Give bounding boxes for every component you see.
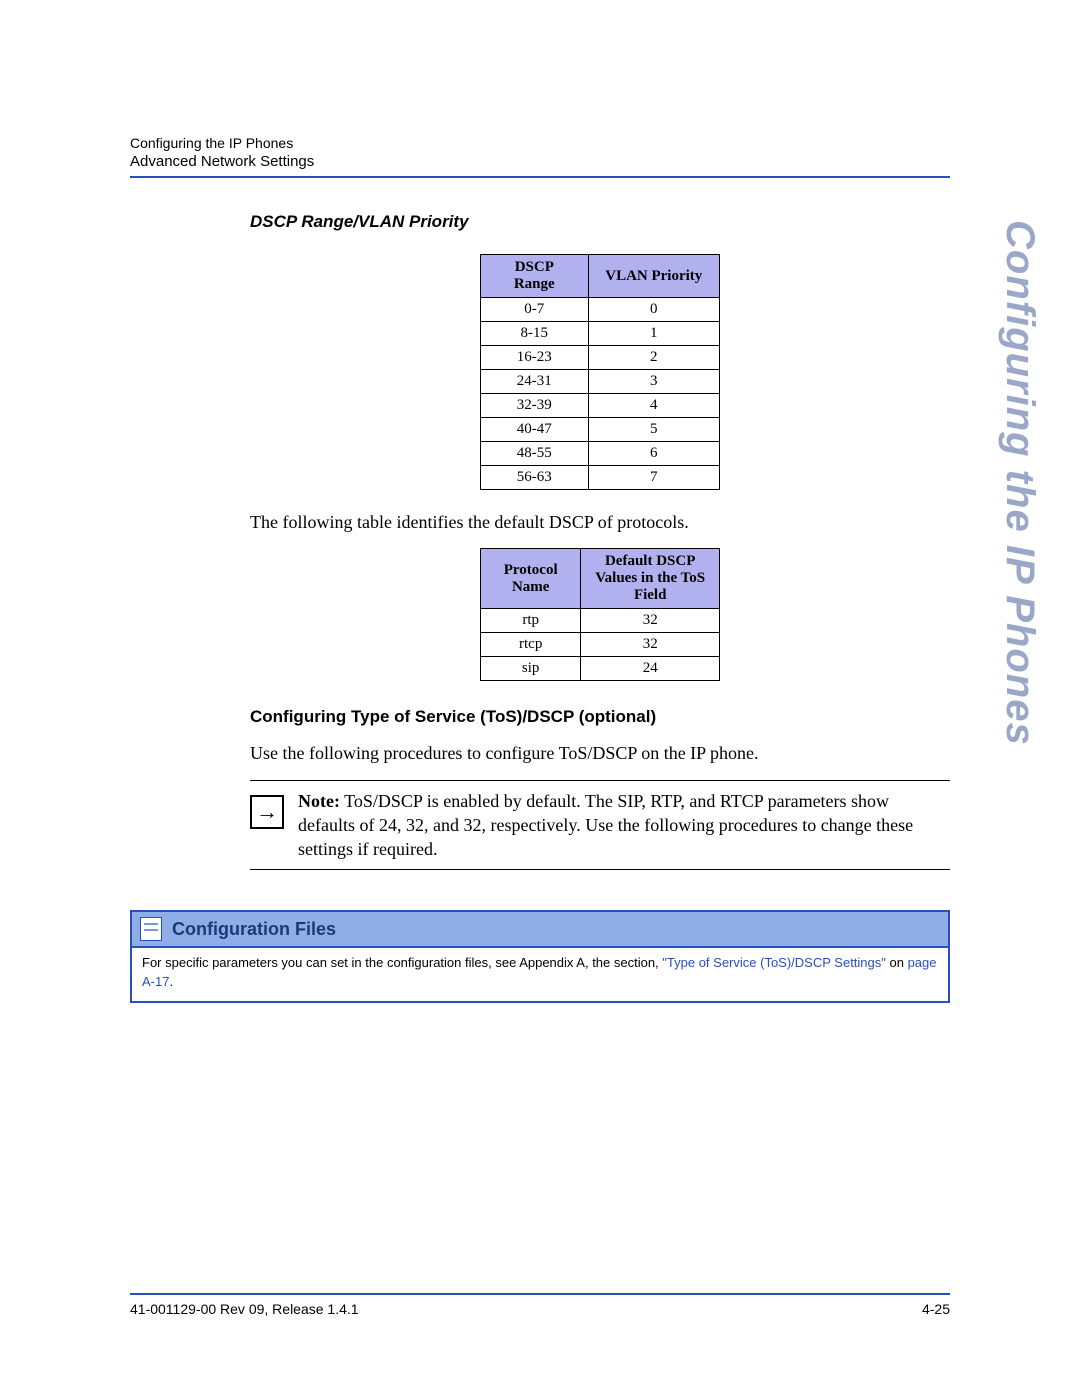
table-row: 40-475 [481,418,720,442]
section-title-configuring-tos: Configuring Type of Service (ToS)/DSCP (… [250,707,950,727]
note-block: → Note: ToS/DSCP is enabled by default. … [250,780,950,871]
para-default-dscp: The following table identifies the defau… [250,510,950,534]
table-row: 24-313 [481,370,720,394]
footer-page-number: 4-25 [922,1301,950,1317]
table-row: 8-151 [481,322,720,346]
table-row: 0-70 [481,298,720,322]
config-text-pre: For specific parameters you can set in t… [142,955,662,970]
note-label: Note: [298,791,340,811]
table1-head-col2: VLAN Priority [588,255,719,298]
table-row: rtcp32 [481,633,720,657]
config-text-mid: on [886,955,908,970]
config-files-body: For specific parameters you can set in t… [132,948,948,1000]
note-body: ToS/DSCP is enabled by default. The SIP,… [298,791,913,860]
arrow-icon: → [250,795,284,829]
footer: 41-001129-00 Rev 09, Release 1.4.1 4-25 [130,1293,950,1317]
table-protocol-dscp: Protocol Name Default DSCP Values in the… [480,548,720,681]
table-row: rtp32 [481,609,720,633]
footer-doc-id: 41-001129-00 Rev 09, Release 1.4.1 [130,1301,359,1317]
document-icon [140,917,162,941]
config-files-title: Configuration Files [172,919,336,940]
table-row: 32-394 [481,394,720,418]
table-row: sip24 [481,657,720,681]
table-row: 48-556 [481,442,720,466]
table1-head-col1: DSCP Range [481,255,589,298]
section-title-dscp-range: DSCP Range/VLAN Priority [250,212,950,232]
header-line1: Configuring the IP Phones [130,135,950,151]
table-dscp-vlan: DSCP Range VLAN Priority 0-70 8-151 16-2… [480,254,720,490]
side-vertical-title: Configuring the IP Phones [997,220,1042,746]
header-line2: Advanced Network Settings [130,153,950,170]
link-tos-dscp-settings[interactable]: "Type of Service (ToS)/DSCP Settings" [662,955,886,970]
note-text: Note: ToS/DSCP is enabled by default. Th… [298,789,950,862]
para-use-procedures: Use the following procedures to configur… [250,741,950,765]
config-text-post: . [169,974,173,989]
config-files-header: Configuration Files [132,912,948,948]
running-header: Configuring the IP Phones Advanced Netwo… [130,135,950,178]
footer-rule [130,1293,950,1295]
table2-head-col2: Default DSCP Values in the ToS Field [581,549,720,609]
config-files-box: Configuration Files For specific paramet… [130,910,950,1002]
table-row: 16-232 [481,346,720,370]
table-row: 56-637 [481,466,720,490]
table2-head-col1: Protocol Name [481,549,581,609]
header-rule [130,176,950,178]
